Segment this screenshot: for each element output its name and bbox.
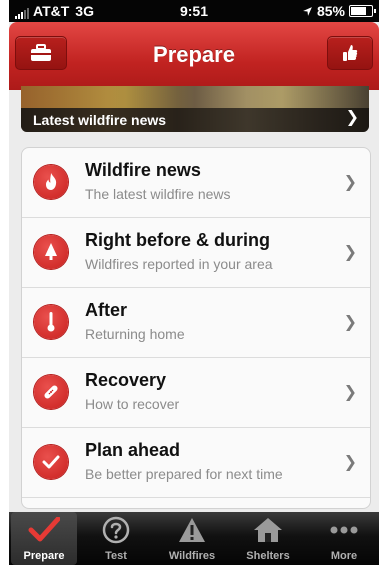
tab-prepare[interactable]: Prepare <box>11 512 77 565</box>
banner-label: Latest wildfire news <box>21 108 369 132</box>
status-bar: AT&T 3G 9:51 85% <box>9 0 379 22</box>
chevron-right-icon: ❯ <box>343 384 357 401</box>
chevron-right-icon: ❯ <box>343 174 357 191</box>
menu-item-title: After <box>85 300 128 320</box>
tab-test[interactable]: Test <box>83 512 149 565</box>
tab-shelters[interactable]: Shelters <box>235 512 301 565</box>
menu-item-wildfire-news[interactable]: Wildfire news The latest wildfire news ❯ <box>22 148 370 218</box>
tab-label: Test <box>105 550 127 562</box>
tab-more[interactable]: More <box>311 512 377 565</box>
question-icon <box>83 512 149 548</box>
battery-fill <box>351 7 367 15</box>
tab-wildfires[interactable]: Wildfires <box>159 512 225 565</box>
warning-icon <box>159 512 225 548</box>
menu-item-after[interactable]: After Returning home ❯ <box>22 288 370 358</box>
menu-item-recovery[interactable]: Recovery How to recover ❯ <box>22 358 370 428</box>
tab-label: Prepare <box>23 550 65 562</box>
tree-fire-icon <box>34 235 68 269</box>
menu-item-subtitle: Returning home <box>85 326 185 342</box>
location-arrow-icon <box>303 6 312 16</box>
menu-item-subtitle: Be better prepared for next time <box>85 466 283 482</box>
chevron-right-icon: ❯ <box>343 314 357 331</box>
prepare-menu-list: Wildfire news The latest wildfire news ❯… <box>21 147 371 509</box>
checkmark-icon <box>34 445 68 479</box>
page-title: Prepare <box>153 42 235 67</box>
thermometer-icon <box>34 305 68 339</box>
status-right: 85% <box>302 3 376 19</box>
menu-item-subtitle: How to recover <box>85 396 180 412</box>
thumbs-up-icon <box>343 45 358 61</box>
menu-item-subtitle: The latest wildfire news <box>85 186 231 202</box>
battery-percent: 85% <box>316 3 345 19</box>
menu-item-right-before-during[interactable]: Right before & during Wildfires reported… <box>22 218 370 288</box>
tab-label: Wildfires <box>168 550 216 562</box>
menu-item-title: Recovery <box>85 370 167 390</box>
app-frame: AT&T 3G 9:51 85% Prepare Latest wildfire… <box>9 0 379 565</box>
house-icon <box>235 512 301 548</box>
tab-label: More <box>330 550 358 562</box>
chevron-right-icon: ❯ <box>343 244 357 261</box>
menu-item-title: Wildfire news <box>85 160 201 180</box>
checkmark-icon <box>11 512 77 548</box>
flame-icon <box>34 165 68 199</box>
ellipsis-icon <box>311 512 377 548</box>
navigation-bar: Prepare <box>9 22 379 90</box>
tab-label: Shelters <box>246 550 290 562</box>
thumbs-up-button[interactable] <box>327 36 373 70</box>
bandage-icon <box>34 375 68 409</box>
battery-icon <box>349 5 376 17</box>
menu-item-subtitle: Wildfires reported in your area <box>85 256 273 272</box>
latest-news-banner[interactable]: Latest wildfire news ❯ <box>21 86 369 132</box>
menu-item-title: Right before & during <box>85 230 270 250</box>
menu-item-title: Plan ahead <box>85 440 181 460</box>
menu-item-plan-ahead[interactable]: Plan ahead Be better prepared for next t… <box>22 428 370 498</box>
tab-bar: Prepare Test Wildfires Shelters More <box>9 512 379 565</box>
chevron-right-icon: ❯ <box>345 109 359 126</box>
chevron-right-icon: ❯ <box>343 454 357 471</box>
